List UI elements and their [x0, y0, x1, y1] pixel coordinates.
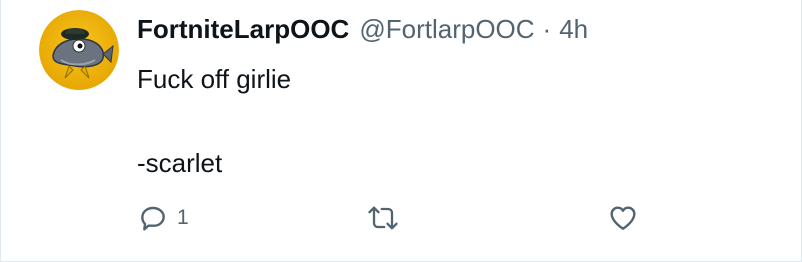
- retweet-icon: [368, 206, 398, 230]
- tweet-text-line: [137, 100, 291, 142]
- like-button[interactable]: [607, 200, 647, 236]
- display-name[interactable]: FortniteLarpOOC: [137, 14, 349, 45]
- reply-count: 1: [177, 206, 189, 229]
- fish-character-avatar-icon: [39, 10, 119, 90]
- timestamp[interactable]: 4h: [559, 14, 588, 45]
- tweet-text-line: Fuck off girlie: [137, 64, 292, 94]
- reply-button[interactable]: 1: [137, 200, 189, 236]
- tweet-text: Fuck off girlie -scarlet: [137, 58, 291, 184]
- tweet-card[interactable]: FortniteLarpOOC @FortlarpOOC · 4h Fuck o…: [0, 0, 802, 262]
- tweet-text-line: -scarlet: [137, 148, 223, 178]
- retweet-button[interactable]: [365, 200, 409, 236]
- heart-icon: [610, 206, 636, 230]
- tweet-actions: 1: [137, 200, 657, 236]
- reply-icon: [141, 206, 165, 231]
- separator-dot: ·: [542, 13, 552, 44]
- tweet-header: FortniteLarpOOC @FortlarpOOC · 4h: [137, 12, 588, 46]
- avatar[interactable]: [39, 10, 119, 90]
- user-handle[interactable]: @FortlarpOOC: [359, 14, 534, 45]
